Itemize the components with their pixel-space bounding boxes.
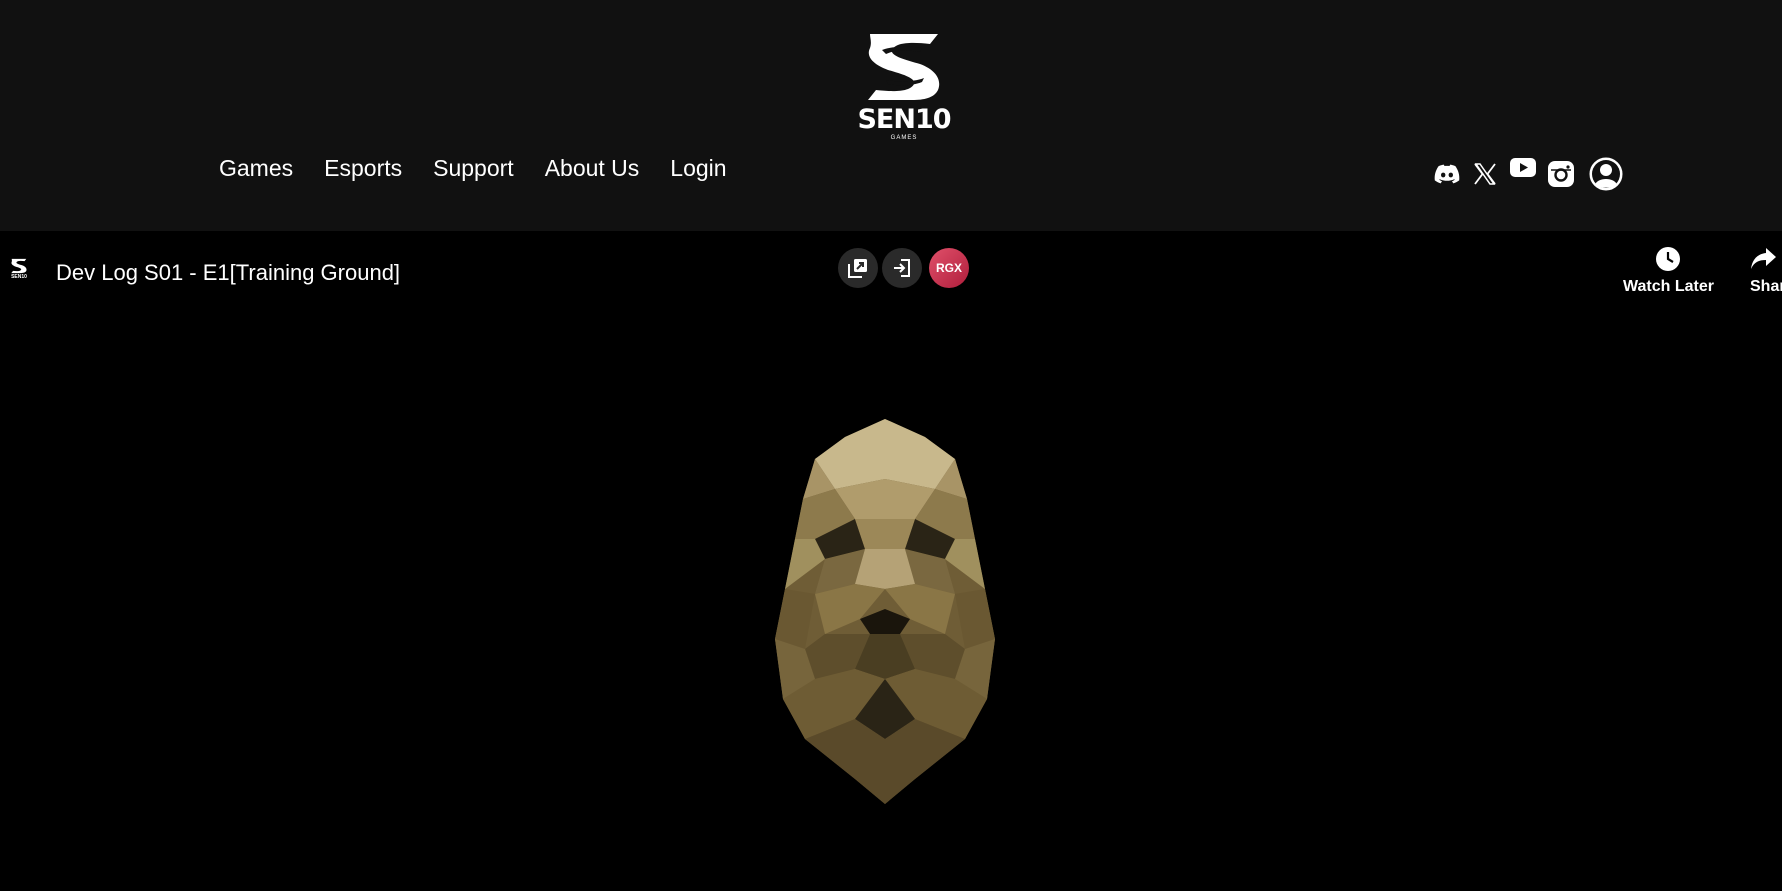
watch-later-button[interactable]: Watch Later — [1623, 246, 1714, 296]
logo-subtext: GAMES — [890, 135, 918, 141]
rgx-button[interactable]: RGX — [929, 248, 969, 288]
nav-support[interactable]: Support — [433, 152, 514, 184]
sen10-s-logo-icon — [868, 34, 940, 100]
site-logo[interactable]: SEN10 GAMES — [856, 30, 952, 154]
channel-s-logo-icon — [11, 258, 27, 274]
nav-games[interactable]: Games — [219, 152, 293, 184]
site-header: SEN10 GAMES Games Esports Support About … — [0, 0, 1782, 231]
watch-later-label: Watch Later — [1623, 278, 1714, 295]
clock-icon — [1656, 247, 1681, 271]
nav-esports[interactable]: Esports — [324, 152, 402, 184]
main-nav: Games Esports Support About Us Login — [219, 152, 727, 184]
instagram-icon[interactable] — [1547, 160, 1575, 188]
lowpoly-gorilla-head-artwork — [775, 419, 995, 804]
youtube-icon[interactable] — [1509, 153, 1537, 181]
account-icon[interactable] — [1589, 157, 1623, 191]
enter-button[interactable] — [882, 248, 922, 288]
share-button[interactable]: Share — [1750, 246, 1782, 296]
share-label: Share — [1750, 278, 1782, 295]
video-player[interactable]: SEN10 Dev Log S01 - E1[Training Ground] … — [0, 231, 1782, 891]
picture-in-picture-button[interactable] — [838, 248, 878, 288]
channel-logo[interactable]: SEN10 — [8, 258, 30, 288]
x-icon[interactable] — [1471, 160, 1499, 188]
share-arrow-icon — [1751, 248, 1776, 269]
nav-login[interactable]: Login — [670, 152, 726, 184]
nav-about-us[interactable]: About Us — [545, 152, 640, 184]
discord-icon[interactable] — [1433, 160, 1461, 188]
social-links — [1433, 152, 1623, 196]
channel-logo-text: SEN10 — [11, 274, 27, 280]
enter-icon — [894, 259, 910, 277]
video-title[interactable]: Dev Log S01 - E1[Training Ground] — [56, 258, 400, 288]
logo-wordmark: SEN10 — [857, 104, 951, 135]
picture-in-picture-icon — [848, 259, 867, 278]
